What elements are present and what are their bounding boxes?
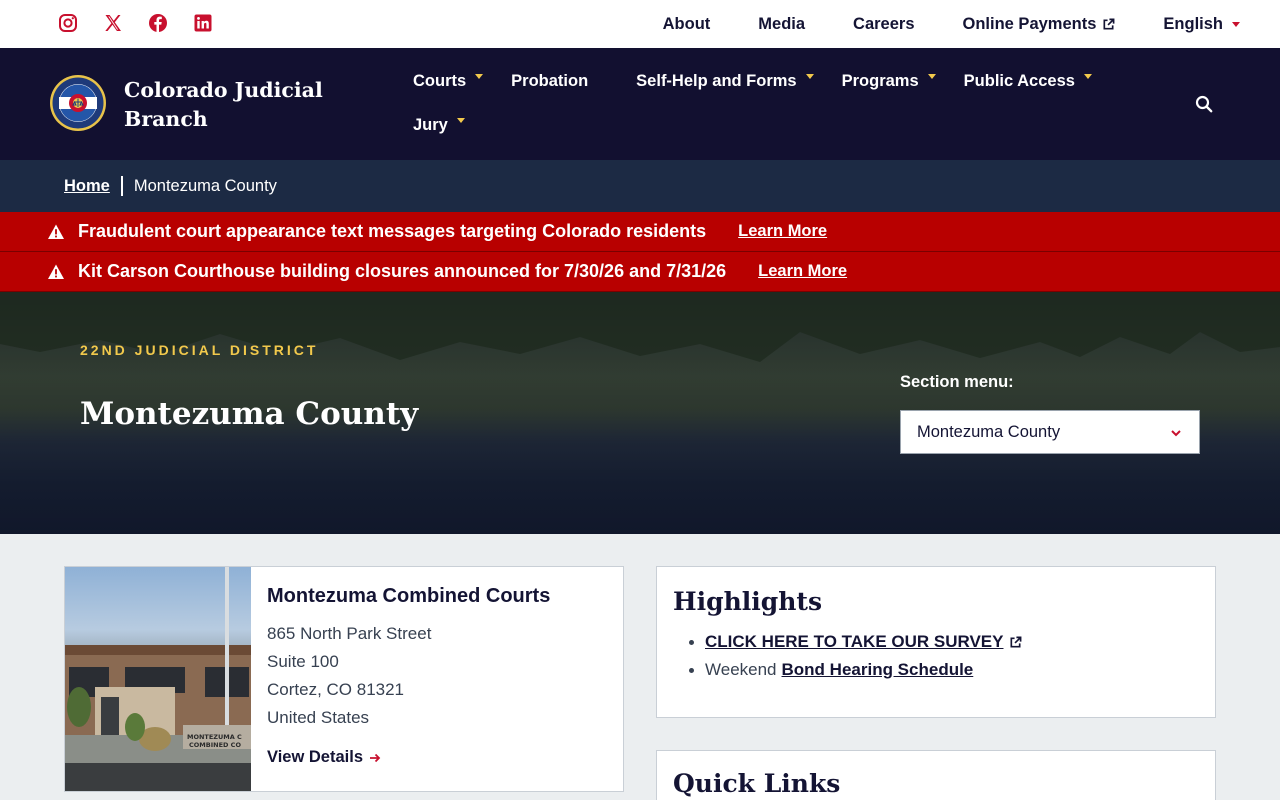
social-links: [58, 13, 238, 33]
facebook-link[interactable]: [148, 13, 168, 33]
about-link[interactable]: About: [663, 15, 711, 34]
chevron-down-icon: [1171, 430, 1181, 437]
language-selector[interactable]: English: [1163, 15, 1240, 34]
page-title: Montezuma County: [80, 396, 419, 432]
x-link[interactable]: [103, 13, 123, 33]
list-item: Weekend Bond Hearing Schedule: [689, 656, 1199, 684]
bond-prefix: Weekend: [705, 660, 777, 679]
breadcrumb-home-link[interactable]: Home: [64, 177, 110, 196]
main-header: Colorado Judicial Branch Courts Probatio…: [0, 48, 1280, 160]
careers-link[interactable]: Careers: [853, 15, 914, 34]
court-name[interactable]: Montezuma Combined Courts: [267, 585, 550, 608]
alert-learn-more-link[interactable]: Learn More: [738, 222, 827, 241]
nav-programs[interactable]: Programs: [842, 72, 936, 91]
list-item: CLICK HERE TO TAKE OUR SURVEY: [689, 628, 1199, 656]
x-icon: [105, 15, 121, 31]
breadcrumb: Home Montezuma County: [0, 160, 1280, 212]
linkedin-icon: [194, 14, 212, 32]
alert-message: Fraudulent court appearance text message…: [78, 221, 707, 241]
bond-hearing-link[interactable]: Bond Hearing Schedule: [782, 656, 974, 684]
nav-self-help[interactable]: Self-Help and Forms: [636, 71, 814, 91]
nav-probation-label: Probation: [511, 71, 589, 90]
nav-public-access[interactable]: Public Access: [964, 72, 1092, 91]
online-payments-link[interactable]: Online Payments: [963, 15, 1116, 34]
search-icon[interactable]: [1195, 95, 1213, 113]
media-label: Media: [758, 14, 806, 33]
court-address-line1: 865 North Park Street: [267, 624, 432, 643]
court-city: Cortez, CO 81321: [267, 680, 405, 699]
section-menu-label: Section menu:: [900, 373, 1014, 391]
alert-banner: Kit Carson Courthouse building closures …: [0, 252, 1280, 292]
instagram-link[interactable]: [58, 13, 78, 33]
chevron-down-icon: [927, 73, 936, 79]
survey-link[interactable]: CLICK HERE TO TAKE OUR SURVEY: [705, 628, 1003, 656]
nav-jury[interactable]: Jury: [413, 116, 465, 135]
alert-message: Kit Carson Courthouse building closures …: [78, 261, 727, 281]
linkedin-link[interactable]: [193, 13, 213, 33]
nav-public-access-label: Public Access: [963, 71, 1075, 90]
facebook-icon: [149, 14, 167, 32]
district-label: 22ND JUDICIAL DISTRICT: [80, 342, 319, 358]
chevron-down-icon: [1232, 21, 1240, 27]
highlights-card: Highlights CLICK HERE TO TAKE OUR SURVEY…: [656, 566, 1216, 718]
external-link-icon: [1103, 18, 1115, 30]
nav-programs-label: Programs: [841, 71, 919, 90]
chevron-down-icon: [805, 73, 814, 79]
quick-links-card: Quick Links: [656, 750, 1216, 800]
chevron-down-icon: [1083, 73, 1092, 79]
hero-banner: 22ND JUDICIAL DISTRICT Montezuma County …: [0, 292, 1280, 534]
warning-icon: [48, 224, 64, 239]
site-title[interactable]: Colorado Judicial Branch: [124, 76, 344, 134]
quick-links-title: Quick Links: [673, 769, 841, 798]
highlights-list: CLICK HERE TO TAKE OUR SURVEY Weekend Bo…: [673, 628, 1199, 684]
breadcrumb-separator: [120, 176, 123, 196]
nav-courts[interactable]: Courts: [413, 71, 484, 91]
view-details-link[interactable]: View Details: [267, 748, 550, 767]
court-country: United States: [267, 708, 370, 727]
forest-background: [0, 292, 1280, 362]
breadcrumb-current: Montezuma County: [133, 176, 277, 195]
court-location-card: MONTEZUMA C COMBINED CO Montezuma Combin…: [64, 566, 624, 792]
external-link-icon: [1010, 636, 1022, 648]
court-info: Montezuma Combined Courts 865 North Park…: [251, 567, 550, 791]
careers-label: Careers: [853, 14, 915, 33]
courthouse-photo: MONTEZUMA C COMBINED CO: [65, 567, 251, 791]
section-menu-select[interactable]: Montezuma County: [900, 410, 1200, 454]
online-payments-label: Online Payments: [962, 14, 1097, 33]
court-address-line2: Suite 100: [267, 652, 339, 671]
chevron-down-icon: [456, 117, 465, 123]
nav-self-help-label: Self-Help and Forms: [636, 71, 797, 90]
utility-nav: About Media Careers Online Payments Engl…: [615, 0, 1240, 48]
main-nav: Courts Probation Self-Help and Forms Pro…: [413, 70, 1113, 158]
warning-icon: [48, 264, 64, 279]
media-link[interactable]: Media: [758, 15, 805, 34]
section-menu-value: Montezuma County: [917, 422, 1061, 441]
alert-banner: Fraudulent court appearance text message…: [0, 212, 1280, 252]
nav-probation[interactable]: Probation: [511, 72, 588, 91]
alert-learn-more-link[interactable]: Learn More: [758, 262, 847, 281]
instagram-icon: [59, 14, 77, 32]
chevron-down-icon: [475, 73, 484, 79]
about-label: About: [662, 14, 711, 33]
colorado-courts-seal-icon[interactable]: [49, 74, 107, 132]
nav-jury-label: Jury: [413, 115, 448, 134]
arrow-right-icon: [370, 753, 381, 762]
courthouse-image: MONTEZUMA C COMBINED CO: [65, 567, 251, 791]
language-label: English: [1163, 14, 1223, 33]
svg-text:MONTEZUMA C: MONTEZUMA C: [187, 733, 242, 741]
highlights-title: Highlights: [673, 587, 823, 616]
utility-bar: About Media Careers Online Payments Engl…: [0, 0, 1280, 48]
nav-courts-label: Courts: [413, 71, 467, 90]
view-details-label: View Details: [267, 748, 363, 766]
main-content: MONTEZUMA C COMBINED CO Montezuma Combin…: [0, 534, 1280, 800]
svg-text:COMBINED CO: COMBINED CO: [189, 741, 241, 749]
